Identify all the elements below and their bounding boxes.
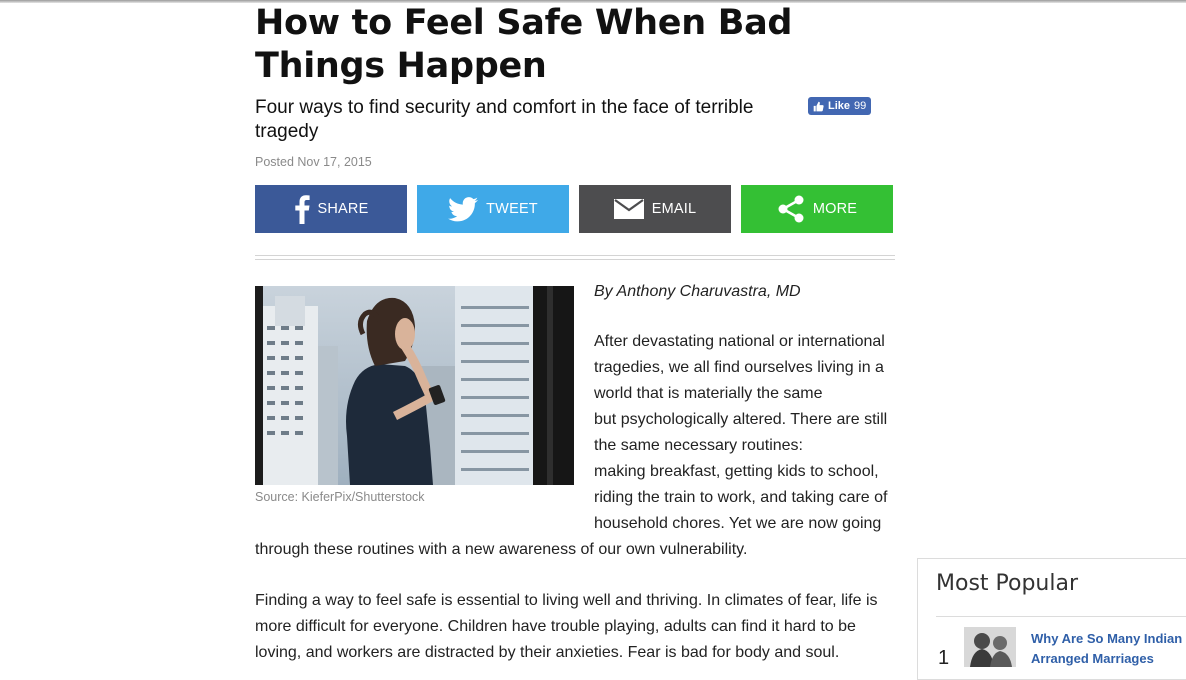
twitter-icon (448, 196, 479, 221)
section-divider (255, 255, 895, 260)
more-share-label: MORE (812, 201, 858, 217)
share-icon (778, 195, 804, 223)
popular-thumbnail[interactable] (964, 627, 1016, 667)
email-share-label: EMAIL (651, 201, 697, 217)
most-popular-panel: Most Popular 1 Why Are So Many Indian Ar… (917, 558, 1186, 680)
share-bar: SHARE TWEET EMAIL MORE (255, 185, 895, 233)
article-title: How to Feel Safe When Bad Things Happen (255, 3, 793, 86)
paragraph-line: making breakfast, getting kids to school… (594, 463, 879, 480)
panel-divider (936, 616, 1186, 617)
paragraph-line: but psychologically altered. There are s… (594, 411, 888, 428)
image-caption: Source: KieferPix/Shutterstock (255, 490, 425, 504)
paragraph-1: After devastating national or internatio… (594, 329, 895, 537)
most-popular-heading: Most Popular (936, 571, 1079, 596)
article-subtitle: Four ways to find security and comfort i… (255, 97, 754, 142)
paragraph-line: loving, and workers are distracted by th… (255, 644, 840, 661)
paragraph-line: After devastating national or internatio… (594, 333, 885, 350)
paragraph-line: more difficult for everyone. Children ha… (255, 618, 856, 635)
facebook-share-label: SHARE (317, 201, 369, 217)
like-label: Like (828, 100, 851, 112)
email-share-button[interactable]: EMAIL (579, 185, 731, 233)
woman-at-window-photo (255, 286, 574, 485)
paragraph-line: the same necessary routines: (594, 437, 803, 454)
like-count: 99 (854, 100, 867, 112)
paragraph-2: Finding a way to feel safe is essential … (255, 588, 895, 666)
envelope-icon (613, 199, 644, 219)
facebook-share-button[interactable]: SHARE (255, 185, 407, 233)
paragraph-line: world that is materially the same (594, 385, 823, 402)
facebook-like-button[interactable]: Like 99 (808, 97, 872, 115)
paragraph-line: riding the train to work, and taking car… (594, 489, 888, 506)
paragraph-line: household chores. Yet we are now going (594, 515, 882, 532)
more-share-button[interactable]: MORE (741, 185, 893, 233)
thumbs-up-icon (813, 101, 824, 111)
paragraph-1-tail: through these routines with a new awaren… (255, 541, 748, 558)
article-image (255, 286, 574, 485)
twitter-tweet-button[interactable]: TWEET (417, 185, 569, 233)
facebook-icon (294, 195, 310, 224)
couple-photo-thumbnail (964, 627, 1016, 667)
twitter-tweet-label: TWEET (486, 201, 538, 217)
author-byline: By Anthony Charuvastra, MD (594, 283, 801, 300)
paragraph-line: Finding a way to feel safe is essential … (255, 592, 878, 609)
popular-article-link[interactable]: Why Are So Many Indian Arranged Marriage… (1031, 629, 1186, 669)
posted-date: Posted Nov 17, 2015 (255, 155, 372, 169)
paragraph-line: tragedies, we all find ourselves living … (594, 359, 884, 376)
